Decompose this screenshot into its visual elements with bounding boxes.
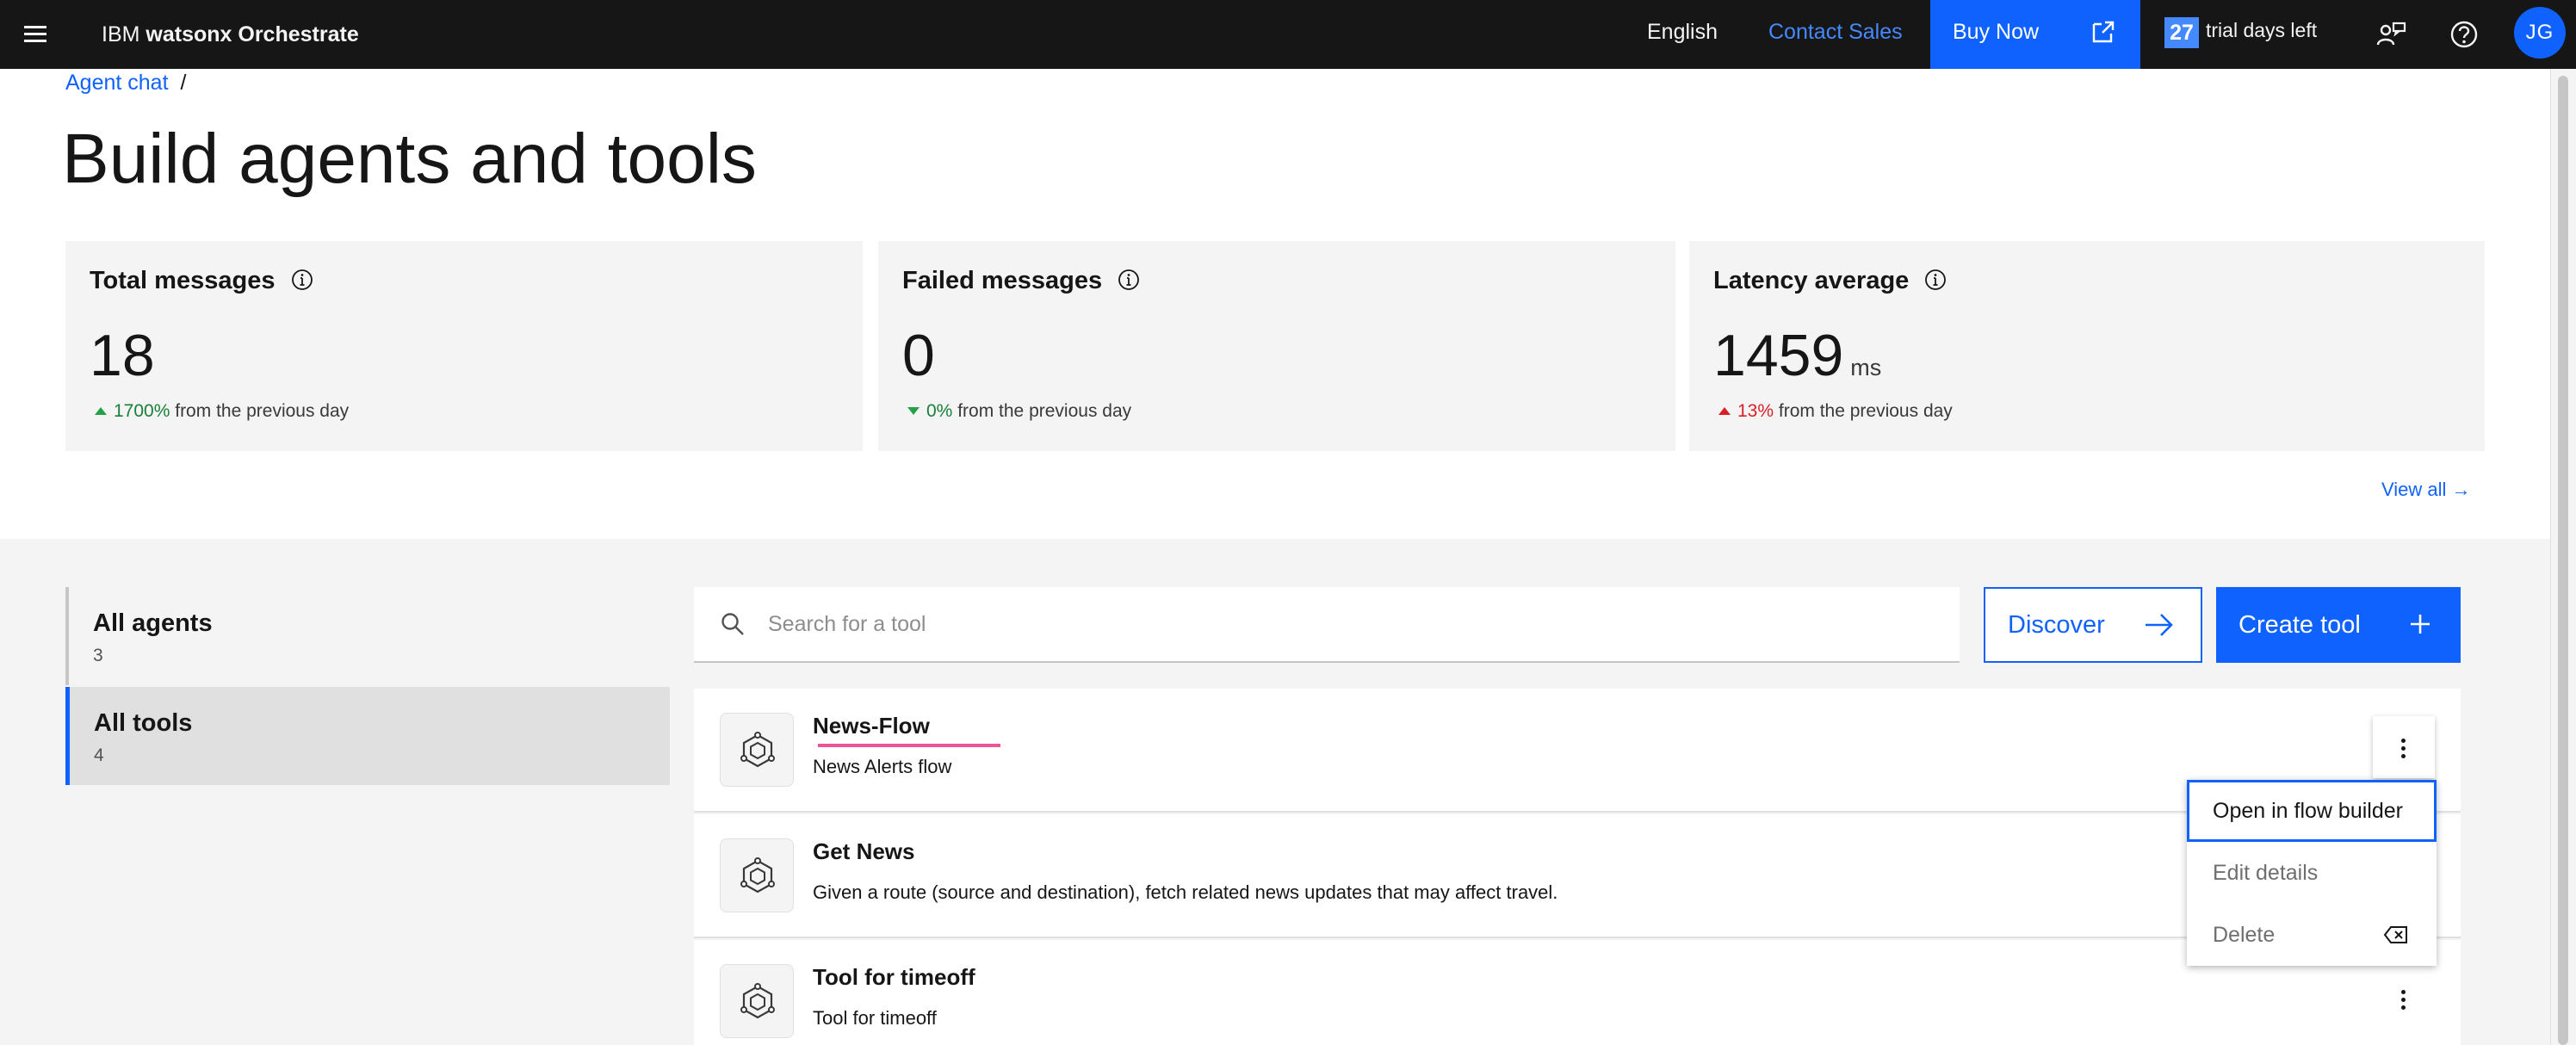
menu-item-delete[interactable]: Delete [2187,904,2437,966]
metric-change-percent: 0% [926,401,953,421]
tool-hexagon-icon [740,983,775,1019]
brand-product: watsonx Orchestrate [146,22,359,46]
highlight-underline [818,744,1000,747]
metric-change: 0% from the previous day [902,401,1131,422]
view-all-link[interactable]: View all → [2381,479,2471,501]
page-title: Build agents and tools [62,120,757,198]
metric-title: Total messages [90,267,313,295]
delete-icon [2383,926,2407,943]
metric-card-total-messages: Total messages 18 1700% from the previou… [65,241,863,451]
contact-sales-link[interactable]: Contact Sales [1768,0,1903,69]
metric-change: 13% from the previous day [1713,401,1953,422]
metric-card-failed-messages: Failed messages 0 0% from the previous d… [878,241,1675,451]
metric-value: 0 [902,317,935,394]
menu-item-edit-details[interactable]: Edit details [2187,842,2437,904]
create-tool-button[interactable]: Create tool [2216,587,2461,663]
user-feedback-icon[interactable] [2375,17,2409,52]
metric-title: Latency average [1713,267,1947,295]
launch-icon [2092,21,2115,43]
metric-change-percent: 1700% [114,401,170,421]
overflow-menu-button[interactable] [2373,968,2435,1030]
menu-icon[interactable] [19,19,50,50]
search-icon [721,613,744,635]
tool-search [694,587,1960,663]
breadcrumb-agent-chat[interactable]: Agent chat [65,71,169,95]
metric-change-percent: 13% [1737,401,1774,421]
create-tool-button-label: Create tool [2239,611,2361,639]
overflow-menu-icon [2401,739,2406,762]
discover-button-label: Discover [2008,611,2105,639]
metric-title-text: Failed messages [902,267,1103,294]
brand-prefix: IBM [102,22,140,46]
sidebar-item-all-agents[interactable]: All agents 3 [65,587,670,685]
metric-value: 18 [90,317,155,394]
caret-down-icon [907,407,920,415]
add-icon [2411,615,2430,634]
discover-button[interactable]: Discover [1984,587,2202,663]
metric-change-text: from the previous day [1778,401,1953,421]
tool-overflow-menu: Open in flow builder Edit details Delete [2187,780,2437,966]
buy-now-label: Buy Now [1953,20,2040,44]
page-scrollbar[interactable] [2550,69,2576,1045]
top-header: IBM watsonx Orchestrate English Contact … [0,0,2576,69]
tool-description: Given a route (source and destination), … [813,881,1558,903]
sidebar-item-label: All tools [94,709,193,737]
metric-unit: ms [1850,355,1882,380]
metric-card-latency-average: Latency average 1459 ms 13% from the prev… [1689,241,2485,451]
buy-now-button[interactable]: Buy Now [1930,0,2140,69]
sidebar-item-count: 4 [94,745,104,765]
caret-up-icon [95,407,107,415]
breadcrumb-separator: / [180,71,187,95]
info-icon[interactable] [291,269,313,291]
menu-item-open-in-flow-builder[interactable]: Open in flow builder [2187,780,2437,842]
tool-name[interactable]: Tool for timeoff [813,964,975,991]
metric-title-text: Latency average [1713,267,1910,294]
language-selector[interactable]: English [1647,0,1718,69]
user-avatar[interactable]: JG [2514,7,2566,59]
product-name[interactable]: IBM watsonx Orchestrate [102,0,359,69]
metric-value: 1459 ms [1713,317,1881,406]
tool-hexagon-icon [740,857,775,894]
sidebar-item-count: 3 [93,646,103,665]
scrollbar-thumb[interactable] [2558,76,2568,1045]
tool-name[interactable]: Get News [813,838,915,865]
catalog-section: All agents 3 All tools 4 Discover Create… [0,539,2550,1045]
flow-icon [740,732,775,768]
tool-icon [720,713,794,787]
caret-up-icon [1718,407,1731,415]
menu-item-delete-label: Delete [2213,923,2276,947]
metric-change-text: from the previous day [175,401,350,421]
trial-days-text: trial days left [2206,19,2318,41]
overflow-menu-icon [2401,990,2406,1013]
metric-title: Failed messages [902,267,1140,295]
help-icon[interactable] [2447,17,2481,52]
sidebar-item-label: All agents [93,609,213,637]
tool-icon [720,964,794,1038]
tool-description: News Alerts flow [813,756,952,777]
metric-number: 18 [90,323,155,388]
tool-icon [720,838,794,912]
metric-change: 1700% from the previous day [90,401,349,422]
tool-description: Tool for timeoff [813,1007,937,1029]
breadcrumb: Agent chat / [65,69,186,96]
metric-number: 1459 [1713,323,1844,388]
arrow-right-icon [2146,614,2173,636]
metric-title-text: Total messages [90,267,276,294]
sidebar-item-all-tools[interactable]: All tools 4 [65,687,670,785]
metric-number: 0 [902,323,935,388]
search-input[interactable] [768,587,1939,661]
tool-name[interactable]: News-Flow [813,713,930,739]
metric-change-text: from the previous day [957,401,1132,421]
trial-days-badge: 27 [2164,17,2199,48]
info-icon[interactable] [1924,269,1947,291]
overflow-menu-button[interactable] [2373,716,2435,778]
info-icon[interactable] [1118,269,1140,291]
